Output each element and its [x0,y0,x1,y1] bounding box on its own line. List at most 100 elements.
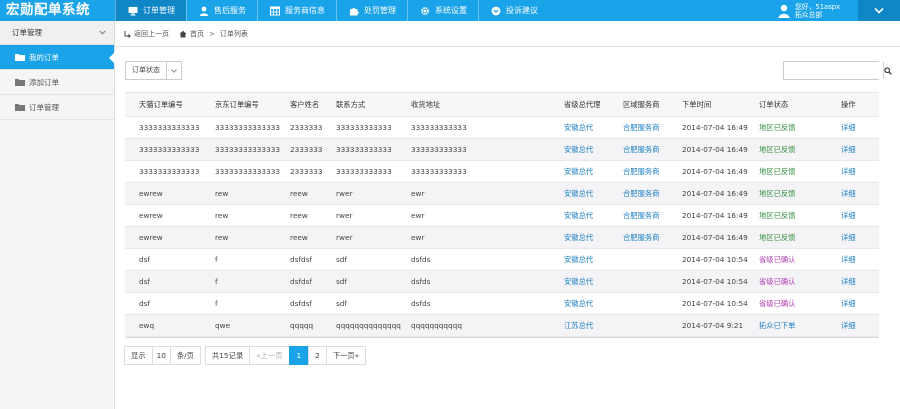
nav-item-complaints[interactable]: 投诉建议 [478,0,549,21]
cell-tmall-order-no: 3333333333333 [139,167,200,176]
cell-detail-link[interactable]: 详细 [841,299,879,309]
user-info[interactable]: 您好，51aspx 拓众总部 [778,0,840,21]
order-status-filter[interactable]: 订单状态 [125,61,182,80]
sidebar-header[interactable]: 订单管理 [0,21,114,45]
cell-address: 333333333333 [411,167,467,176]
back-link[interactable]: 返回上一页 [134,29,169,39]
cell-province-agent[interactable]: 安徽总代 [564,123,623,133]
cell-province-agent[interactable]: 安徽总代 [564,255,623,265]
cell-order-time: 2014-07-04 16:49 [682,145,748,154]
cell-order-status: 地区已反馈 [759,122,796,132]
nav-item-penalties[interactable]: 处罚管理 [336,0,407,21]
home-link[interactable]: 首页 [190,29,204,39]
cell-detail-link[interactable]: 详细 [841,255,879,265]
cell-province-agent[interactable]: 安徽总代 [564,233,623,243]
cell-region-provider[interactable]: 合肥服务商 [623,189,682,199]
cell-address: 333333333333 [411,123,467,132]
per-page-label: 条/页 [169,346,201,365]
cell-address: dsfds [411,255,431,264]
top-bar: 宏勋配单系统 订单管理 售后服务 服务商信息 处罚管理 系统设置 投诉建议 您好… [0,0,900,21]
cell-detail-link[interactable]: 详细 [841,145,879,155]
column-header: 订单状态 [759,99,789,109]
cell-order-status: 地区已反馈 [759,188,796,198]
cell-province-agent[interactable]: 安徽总代 [564,167,623,177]
cell-region-provider[interactable]: 合肥服务商 [623,211,682,221]
table-row: dsf f dsfdsf sdf dsfds 安徽总代 2014-07-04 10:54 省级… [125,293,879,315]
cell-customer-name: 2333333 [290,145,323,154]
column-header: 联系方式 [336,99,366,109]
cell-detail-link[interactable]: 详细 [841,189,879,199]
sidebar-item-manage-orders[interactable]: 订单管理 [0,95,114,120]
user-greeting: 您好，51aspx [795,2,841,11]
sidebar-item-my-orders[interactable]: 我的订单 [0,45,115,70]
breadcrumb-separator: > [209,29,215,38]
cell-province-agent[interactable]: 安徽总代 [564,299,623,309]
next-page-button[interactable]: 下一页» [325,346,367,365]
cell-customer-name: 2333333 [290,167,323,176]
cell-address: dsfds [411,277,431,286]
cell-contact: 333333333333 [336,123,392,132]
cell-detail-link[interactable]: 详细 [841,321,879,331]
column-header: 京东订单编号 [215,99,259,109]
cell-contact: sdf [336,255,348,264]
cell-province-agent[interactable]: 安徽总代 [564,211,623,221]
nav-item-after-sales[interactable]: 售后服务 [186,0,257,21]
cell-jd-order-no: f [215,255,218,264]
app-logo: 宏勋配单系统 [6,2,90,18]
cell-region-provider[interactable]: 合肥服务商 [623,167,682,177]
table-row: ewq qwe qqqqq qqqqqqqqqqqqqq qqqqqqqqqqq 江苏总代… [125,315,879,337]
cell-customer-name: qqqqq [290,321,314,330]
sidebar-item-label: 添加订单 [29,77,59,87]
page-1-button[interactable]: 1 [288,346,310,365]
table-header-row: 天猫订单编号 京东订单编号 客户姓名 联系方式 收货地址 省级总代理 区域服务商… [125,93,879,117]
chevron-down-icon [874,7,884,14]
cell-detail-link[interactable]: 详细 [841,123,879,133]
cell-province-agent[interactable]: 安徽总代 [564,189,623,199]
breadcrumb: 返回上一页 首页 > 订单列表 [115,21,900,47]
sidebar: 订单管理 我的订单 添加订单 订单管理 [0,21,115,409]
cell-order-time: 2014-07-04 16:49 [682,233,748,242]
column-header: 下单时间 [682,99,712,109]
cell-tmall-order-no: ewrew [139,211,163,220]
chevron-down-icon [99,30,106,35]
nav-item-settings[interactable]: 系统设置 [407,0,478,21]
search-button[interactable] [883,62,892,79]
sidebar-item-label: 我的订单 [29,52,59,62]
cell-jd-order-no: qwe [215,321,231,330]
nav-item-providers[interactable]: 服务商信息 [257,0,336,21]
cell-detail-link[interactable]: 详细 [841,233,879,243]
page-2-button[interactable]: 2 [308,346,327,365]
column-header: 客户姓名 [290,99,320,109]
cell-order-status: 地区已反馈 [759,166,796,176]
cell-customer-name: dsfdsf [290,277,313,286]
cell-tmall-order-no: ewrew [139,189,163,198]
table-row: dsf f dsfdsf sdf dsfds 安徽总代 2014-07-04 10:54 省级… [125,249,879,271]
cell-order-status: 地区已反馈 [759,232,796,242]
table-row: 3333333333333 33333333333333 2333333 333333… [125,139,879,161]
return-icon [123,30,131,38]
prev-page-button[interactable]: «上一页 [249,346,290,365]
nav-item-orders[interactable]: 订单管理 [115,0,186,21]
cell-tmall-order-no: dsf [139,277,151,286]
user-menu-toggle[interactable] [858,0,900,21]
puzzle-icon [349,6,359,16]
cell-contact: sdf [336,299,348,308]
cell-province-agent[interactable]: 安徽总代 [564,145,623,155]
table-row: 3333333333333 33333333333333 2333333 333333… [125,161,879,183]
cell-detail-link[interactable]: 详细 [841,277,879,287]
cell-province-agent[interactable]: 安徽总代 [564,277,623,287]
cell-jd-order-no: rew [215,211,229,220]
cell-jd-order-no: 33333333333333 [215,145,280,154]
cell-region-provider[interactable]: 合肥服务商 [623,233,682,243]
table-row: dsf f dsfdsf sdf dsfds 安徽总代 2014-07-04 10:54 省级… [125,271,879,293]
cell-region-provider[interactable]: 合肥服务商 [623,123,682,133]
cell-detail-link[interactable]: 详细 [841,167,879,177]
user-role: 拓众总部 [795,10,823,19]
sidebar-item-add-order[interactable]: 添加订单 [0,70,114,95]
search-input[interactable] [784,62,883,79]
cell-region-provider[interactable]: 合肥服务商 [623,145,682,155]
cell-province-agent[interactable]: 江苏总代 [564,321,623,331]
page-size-select[interactable]: 10 [151,346,171,365]
cell-address: ewr [411,189,425,198]
cell-detail-link[interactable]: 详细 [841,211,879,221]
